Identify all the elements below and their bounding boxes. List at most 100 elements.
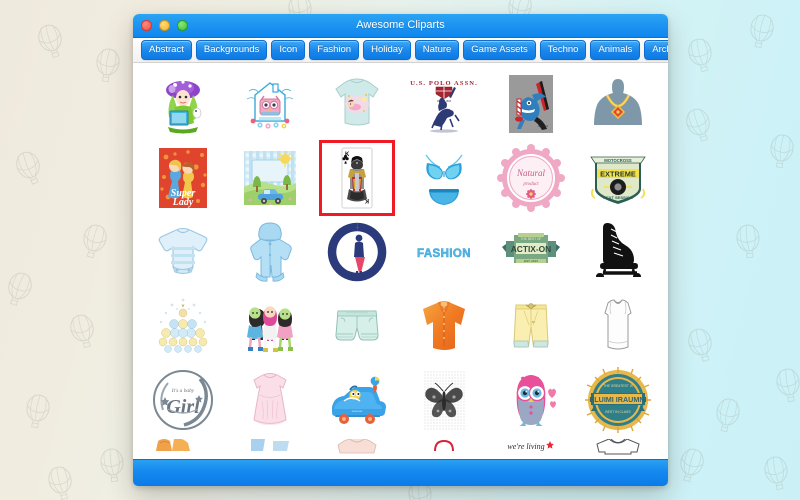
svg-text:Artwork: Artwork xyxy=(537,124,549,128)
white-tank-top-thumb xyxy=(604,299,632,350)
clipart-cell-blue-bikini-swimsuit[interactable] xyxy=(400,141,487,215)
svg-text:EST. 2013: EST. 2013 xyxy=(524,259,538,263)
clipart-cell-blue-shapes-partial[interactable] xyxy=(226,437,313,459)
clipart-grid-container[interactable]: U.S. POLO ASSN. SINCE 1890 xyxy=(133,63,668,459)
category-button-architecture[interactable]: Architecture xyxy=(644,39,668,61)
ice-skate-boot-thumb xyxy=(596,223,642,277)
clipart-cell-shark-surfer-poster[interactable]: Artwork xyxy=(488,67,575,141)
extreme-motocross-badge-thumb: MOTOCROSS EXTREME NEXT SESSION xyxy=(590,156,647,204)
svg-text:MOTOCROSS: MOTOCROSS xyxy=(605,158,633,163)
its-a-baby-girl-badge-thumb: It's a baby Girl xyxy=(152,370,213,430)
window-bottom-bar xyxy=(133,459,668,486)
orange-bag-partial-thumb xyxy=(155,439,190,451)
category-button-nature[interactable]: Nature xyxy=(414,39,460,61)
clipart-cell-three-cartoon-girls[interactable] xyxy=(226,289,313,363)
pink-girls-dress-thumb xyxy=(253,373,287,425)
svg-text:It's a baby: It's a baby xyxy=(170,388,194,394)
clipart-cell-orange-short-sleeve-shirt[interactable] xyxy=(400,289,487,363)
category-button-fashion[interactable]: Fashion xyxy=(309,39,360,61)
clipart-cell-ice-skate-boot[interactable] xyxy=(575,215,662,289)
pink-owl-with-hearts-thumb xyxy=(516,375,557,426)
clipart-cell-baby-hooded-onesie-blue[interactable] xyxy=(226,215,313,289)
clipart-cell-actix-on-ribbon-badge[interactable]: ACTIX-ON THE BEST OF EST. 2013 xyxy=(488,215,575,289)
clipart-cell-yellow-capri-pants[interactable] xyxy=(488,289,575,363)
woman-circle-emblem-logo-thumb xyxy=(327,222,387,282)
svg-text:THE BEST OF: THE BEST OF xyxy=(521,237,542,241)
necklace-on-bust-display-thumb xyxy=(594,79,643,125)
svg-text:EXTREME: EXTREME xyxy=(601,170,637,179)
clipart-cell-blue-gingham-car-frame[interactable] xyxy=(226,141,313,215)
yellow-capri-pants-thumb xyxy=(513,303,549,348)
svg-text:ACTIX-ON: ACTIX-ON xyxy=(511,244,551,254)
category-button-techno[interactable]: Techno xyxy=(539,39,587,61)
blue-convertible-car-cartoon-thumb: summer xyxy=(331,376,386,424)
window-titlebar[interactable]: Awesome Cliparts xyxy=(133,14,668,38)
svg-text:summer: summer xyxy=(351,409,362,413)
clipart-cell-pink-owl-with-hearts[interactable] xyxy=(488,363,575,437)
clipart-cell-premium-quality-blue-badge[interactable]: THE GREATEST IS ELUIMI IRAUMNI BEST IN C… xyxy=(575,363,662,437)
clipart-cell-baby-bodysuit-blue[interactable] xyxy=(139,215,226,289)
clipart-grid: U.S. POLO ASSN. SINCE 1890 xyxy=(133,63,668,459)
clipart-cell-hello-owl-house-card[interactable] xyxy=(226,67,313,141)
premium-quality-blue-badge-thumb: THE GREATEST IS ELUIMI IRAUMNI BEST IN C… xyxy=(585,367,652,433)
clipart-cell-blue-convertible-car-cartoon[interactable]: summer xyxy=(313,363,400,437)
clipart-cell-its-a-baby-girl-badge[interactable]: It's a baby Girl xyxy=(139,363,226,437)
clipart-cell-playing-card-king-of-clubs[interactable]: K K xyxy=(313,140,400,216)
svg-text:Lady: Lady xyxy=(171,197,193,208)
category-button-icon[interactable]: Icon xyxy=(271,39,306,61)
blue-bikini-swimsuit-thumb xyxy=(425,154,463,205)
clipart-cell-fashion-word-art[interactable]: FASHION xyxy=(400,215,487,289)
clipart-cell-white-tank-top[interactable] xyxy=(575,289,662,363)
clipart-cell-necklace-on-bust-display[interactable] xyxy=(575,67,662,141)
clipart-cell-woman-circle-emblem-logo[interactable] xyxy=(313,215,400,289)
clipart-cell-baby-girl-nightgown-tee[interactable] xyxy=(313,67,400,141)
svg-text:ELUIMI IRAUMNI: ELUIMI IRAUMNI xyxy=(590,395,647,404)
clipart-cell-natural-product-pink-badge[interactable]: Natural product xyxy=(488,141,575,215)
playing-card-king-of-clubs-thumb: K K xyxy=(318,140,395,216)
us-polo-assn-logo-thumb: U.S. POLO ASSN. SINCE 1890 xyxy=(410,80,478,133)
super-lady-red-poster-thumb: Super Lady xyxy=(158,148,207,208)
desktop-background: Awesome Cliparts Abstract Backgrounds Ic… xyxy=(0,0,800,500)
white-tshirt-outline-partial-thumb xyxy=(596,439,640,455)
clipart-cell-pastel-flower-ornament[interactable]: ❦ xyxy=(139,289,226,363)
svg-text:product: product xyxy=(523,182,540,187)
category-button-abstract[interactable]: Abstract xyxy=(141,39,192,61)
clipart-cell-pink-girls-dress[interactable] xyxy=(226,363,313,437)
were-living-text-partial-thumb: we're living xyxy=(508,441,555,451)
clipart-cell-girl-with-purple-hat-reading[interactable] xyxy=(139,67,226,141)
blue-shapes-partial-thumb xyxy=(250,439,289,451)
category-button-animals[interactable]: Animals xyxy=(590,39,641,61)
pastel-flower-ornament-thumb: ❦ xyxy=(158,298,207,353)
clipart-cell-mint-denim-shorts[interactable] xyxy=(313,289,400,363)
clipart-cell-us-polo-assn-logo[interactable]: U.S. POLO ASSN. SINCE 1890 xyxy=(400,67,487,141)
fashion-word-art-thumb: FASHION xyxy=(417,248,471,261)
clipart-cell-super-lady-red-poster[interactable]: Super Lady xyxy=(139,141,226,215)
category-button-game-assets[interactable]: Game Assets xyxy=(463,39,536,61)
red-handbag-partial-thumb xyxy=(434,439,455,452)
shark-surfer-poster-thumb: Artwork xyxy=(509,75,554,133)
clipart-cell-butterfly-sketch-swatch[interactable] xyxy=(400,363,487,437)
category-button-backgrounds[interactable]: Backgrounds xyxy=(195,39,268,61)
svg-text:FASHION: FASHION xyxy=(417,248,471,260)
clipart-cell-white-tshirt-outline-partial[interactable] xyxy=(575,437,662,459)
svg-text:Girl: Girl xyxy=(166,396,200,418)
clipart-cell-orange-bag-partial[interactable] xyxy=(139,437,226,459)
svg-text:U.S. POLO ASSN.: U.S. POLO ASSN. xyxy=(410,80,478,87)
butterfly-sketch-swatch-thumb xyxy=(423,370,466,430)
actix-on-ribbon-badge-thumb: ACTIX-ON THE BEST OF EST. 2013 xyxy=(502,233,561,263)
orange-short-sleeve-shirt-thumb xyxy=(423,301,466,350)
svg-text:BEST IN CLASS: BEST IN CLASS xyxy=(606,410,632,414)
svg-text:Natural: Natural xyxy=(516,168,546,178)
clipart-cell-extreme-motocross-badge[interactable]: MOTOCROSS EXTREME NEXT SESSION xyxy=(575,141,662,215)
svg-text:NEXT SESSION: NEXT SESSION xyxy=(604,195,634,200)
blue-gingham-car-frame-thumb xyxy=(243,151,296,206)
three-cartoon-girls-thumb xyxy=(246,306,293,352)
clipart-cell-red-handbag-partial[interactable] xyxy=(400,437,487,459)
clipart-cell-pink-sweater-partial[interactable] xyxy=(313,437,400,459)
category-toolbar: Abstract Backgrounds Icon Fashion Holida… xyxy=(133,38,668,63)
clipart-cell-were-living-text-partial[interactable]: we're living xyxy=(488,437,575,459)
girl-with-purple-hat-reading-thumb xyxy=(163,74,202,134)
svg-text:THE GREATEST IS: THE GREATEST IS xyxy=(603,384,634,388)
category-button-holiday[interactable]: Holiday xyxy=(363,39,411,61)
app-window: Awesome Cliparts Abstract Backgrounds Ic… xyxy=(133,14,668,486)
